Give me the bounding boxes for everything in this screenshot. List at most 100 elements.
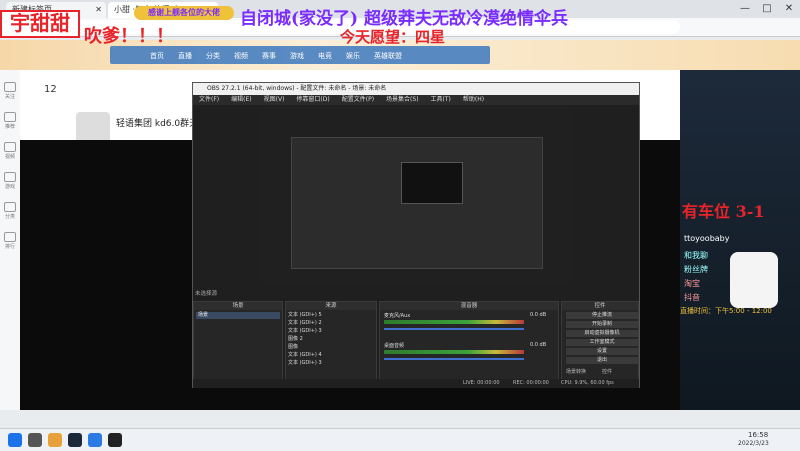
menu-item[interactable]: 视图(V)	[264, 96, 285, 103]
mixer-header: 混音器	[380, 302, 558, 310]
exit-button[interactable]: 退出	[566, 357, 638, 364]
mixer-channel-level: 0.0 dB	[530, 312, 547, 318]
sidebar-label: 游戏	[4, 184, 15, 190]
obs-title-bar: OBS 27.2.1 (64-bit, windows) - 配置文件: 未命名…	[193, 83, 639, 95]
minimize-button[interactable]: —	[734, 0, 756, 18]
browser-icon[interactable]	[88, 433, 102, 447]
menu-item[interactable]: 编辑(E)	[231, 96, 251, 103]
start-record-button[interactable]: 开始录制	[566, 321, 638, 328]
tag-2: 粉丝牌	[684, 265, 708, 274]
car-seat-overlay: 有车位 3-1	[682, 202, 765, 221]
transition-tab[interactable]: 场景转换	[566, 368, 586, 375]
menu-item[interactable]: 停靠窗口(D)	[296, 96, 329, 103]
studio-mode-button[interactable]: 工作室模式	[566, 339, 638, 346]
taskbar: 16:58 2022/3/23	[0, 428, 800, 451]
controls-dock: 控件 停止推流 开始录制 启动虚拟摄像机 工作室模式 设置 退出 场景转换 控件	[561, 301, 639, 381]
controls-header: 控件	[562, 302, 638, 310]
thanks-banner: 感谢上舰各位的大佬	[134, 6, 234, 20]
nav-item[interactable]: 首页	[150, 51, 164, 61]
menu-item[interactable]: 配置文件(P)	[342, 96, 374, 103]
mixer-channel-level: 0.0 dB	[530, 342, 547, 348]
chuidie-overlay: 吹爹！！！	[84, 26, 174, 47]
source-item[interactable]: 文本 (GDI+) 5	[288, 312, 322, 319]
volume-slider[interactable]	[384, 358, 524, 360]
follower-id: ttoyoobaby	[684, 234, 730, 243]
wish-overlay: 今天愿望：四星	[340, 28, 446, 46]
nav-item[interactable]: 游戏	[290, 51, 304, 61]
mixer-channel-name: 桌面音频	[384, 343, 405, 349]
menu-item[interactable]: 场景集合(S)	[386, 96, 419, 103]
volume-slider[interactable]	[384, 328, 524, 330]
settings-button[interactable]: 设置	[566, 348, 638, 355]
obs-window: OBS 27.2.1 (64-bit, windows) - 配置文件: 未命名…	[192, 82, 640, 388]
tag-4: 抖音	[684, 293, 700, 302]
scenes-header: 场景	[194, 302, 282, 310]
maximize-button[interactable]: □	[756, 0, 778, 18]
no-source-label: 未选择源	[195, 291, 218, 297]
menu-item[interactable]: 帮助(H)	[463, 96, 484, 103]
source-item[interactable]: 图像	[288, 344, 298, 351]
mixer-dock: 混音器 麦克风/Aux 0.0 dB 桌面音频 0.0 dB	[379, 301, 559, 381]
mascot-image	[730, 252, 778, 308]
streamer-name-overlay: 宇甜甜	[0, 10, 80, 38]
menu-item[interactable]: 文件(F)	[199, 96, 219, 103]
schedule-overlay: 直播时间：下午5:00 - 12:00	[680, 307, 772, 315]
source-item[interactable]: 图像 2	[288, 336, 303, 343]
nav-item[interactable]: 英雄联盟	[374, 51, 402, 61]
source-item[interactable]: 文本 (GDI+) 4	[288, 352, 322, 359]
follow-icon[interactable]	[4, 82, 16, 92]
sidebar-label: 关注	[4, 94, 15, 100]
virtual-camera-button[interactable]: 启动虚拟摄像机	[566, 330, 638, 337]
recommend-icon[interactable]	[4, 112, 16, 122]
menu-item[interactable]: 工具(T)	[431, 96, 451, 103]
nested-preview-inner	[401, 162, 463, 204]
tag-1: 和我聊	[684, 251, 708, 260]
cpu-fps: CPU: 9.9%, 60.00 fps	[561, 380, 614, 386]
clock-time: 16:58	[748, 431, 769, 439]
source-item[interactable]: 文本 (GDI+) 3	[288, 360, 322, 367]
close-window-button[interactable]: ✕	[778, 0, 800, 18]
sidebar-label: 分类	[4, 214, 15, 220]
scenes-dock: 场景 场景	[193, 301, 283, 381]
sources-dock: 来源 文本 (GDI+) 5 文本 (GDI+) 2 文本 (GDI+) 3 图…	[285, 301, 377, 381]
tag-3: 淘宝	[684, 279, 700, 288]
nav-item[interactable]: 分类	[206, 51, 220, 61]
source-item[interactable]: 文本 (GDI+) 3	[288, 328, 322, 335]
folder-icon[interactable]	[48, 433, 62, 447]
controls-tab[interactable]: 控件	[602, 368, 612, 375]
sidebar-label: 排行	[4, 244, 15, 250]
obs-icon[interactable]	[108, 433, 122, 447]
mixer-meter	[384, 350, 524, 354]
mixer-meter	[384, 320, 524, 324]
obs-preview[interactable]	[261, 107, 571, 285]
site-nav-items: 首页 直播 分类 视频 赛事 游戏 电竞 娱乐 英雄联盟	[150, 51, 402, 61]
close-icon[interactable]: ✕	[95, 2, 102, 18]
search-icon[interactable]	[28, 433, 42, 447]
game-icon[interactable]	[4, 172, 16, 182]
source-item[interactable]: 文本 (GDI+) 2	[288, 320, 322, 327]
site-sidebar: 关注 推荐 视频 游戏 分类 排行	[0, 70, 21, 410]
video-icon[interactable]	[4, 142, 16, 152]
mixer-channel-name: 麦克风/Aux	[384, 313, 411, 319]
obs-menu-bar: 文件(F) 编辑(E) 视图(V) 停靠窗口(D) 配置文件(P) 场景集合(S) 工具(T…	[193, 95, 639, 105]
nav-item[interactable]: 视频	[234, 51, 248, 61]
stop-stream-button[interactable]: 停止推流	[566, 312, 638, 319]
nav-item[interactable]: 电竞	[318, 51, 332, 61]
live-time: LIVE: 00:00:00	[463, 380, 500, 386]
steam-icon[interactable]	[68, 433, 82, 447]
sidebar-label: 视频	[4, 154, 15, 160]
sidebar-label: 推荐	[4, 124, 15, 130]
clock-date: 2022/3/23	[738, 440, 769, 447]
sources-header: 来源	[286, 302, 376, 310]
rec-time: REC: 00:00:00	[513, 380, 549, 386]
nav-item[interactable]: 娱乐	[346, 51, 360, 61]
count-label: 12	[44, 84, 57, 95]
scene-item[interactable]: 场景	[196, 312, 280, 319]
start-icon[interactable]	[8, 433, 22, 447]
obs-status-bar: LIVE: 00:00:00 REC: 00:00:00 CPU: 9.9%, …	[193, 379, 639, 388]
nav-item[interactable]: 赛事	[262, 51, 276, 61]
rank-icon[interactable]	[4, 232, 16, 242]
right-overlay-panel: 有车位 3-1 ttoyoobaby 和我聊 粉丝牌 淘宝 抖音 直播时间：下午…	[680, 70, 800, 410]
nav-item[interactable]: 直播	[178, 51, 192, 61]
category-icon[interactable]	[4, 202, 16, 212]
